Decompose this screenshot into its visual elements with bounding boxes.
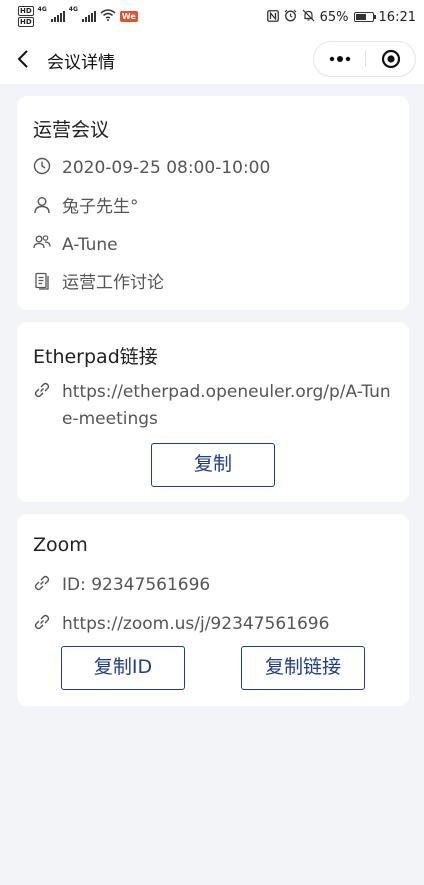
meeting-title: 运营会议 [33, 119, 110, 141]
more-button[interactable] [314, 42, 365, 76]
target-icon [381, 49, 401, 69]
battery-percent: 65% [319, 9, 349, 25]
clock-icon [33, 157, 51, 175]
network-type-2: 4G [68, 6, 78, 13]
etherpad-link-row: https://etherpad.openeuler.org/p/A-Tune-… [33, 379, 392, 433]
copy-zoom-link-button[interactable]: 复制链接 [241, 646, 365, 690]
app-badge-icon: We [119, 11, 138, 22]
clock: 16:21 [378, 9, 416, 25]
battery-icon [353, 12, 376, 22]
network-type-1: 4G [37, 6, 47, 13]
meeting-host-row: 兔子先生° [33, 194, 392, 221]
zoom-id-row: ID: 92347561696 [33, 572, 392, 599]
person-icon [33, 196, 51, 214]
status-bar: HD HD 4G 4G We 65% 16:21 [0, 0, 424, 34]
back-icon[interactable] [14, 48, 34, 70]
wifi-icon [100, 9, 116, 24]
zoom-card: Zoom ID: 92347561696 https://zoom.us/j/9… [17, 514, 409, 706]
meeting-group-row: A-Tune [33, 232, 392, 259]
copy-etherpad-button[interactable]: 复制 [151, 443, 275, 487]
meeting-group: A-Tune [62, 235, 118, 255]
nav-bar: 会议详情 [0, 34, 424, 84]
copy-zoom-id-button[interactable]: 复制ID [61, 646, 185, 690]
document-icon [33, 272, 51, 290]
signal-icon [81, 11, 96, 22]
meeting-time: 2020-09-25 08:00-10:00 [62, 158, 271, 178]
meeting-topic: 运营工作讨论 [62, 273, 164, 293]
zoom-url[interactable]: https://zoom.us/j/92347561696 [62, 611, 392, 638]
alarm-icon [284, 9, 297, 25]
etherpad-card: Etherpad链接 https://etherpad.openeuler.or… [17, 322, 409, 502]
etherpad-url[interactable]: https://etherpad.openeuler.org/p/A-Tune-… [62, 379, 392, 433]
page-title: 会议详情 [47, 53, 115, 73]
zoom-title: Zoom [33, 534, 88, 556]
mute-icon [302, 9, 315, 25]
group-icon [33, 234, 51, 252]
signal-icon [50, 11, 65, 22]
meeting-host: 兔子先生° [62, 197, 139, 217]
link-icon [33, 613, 51, 631]
link-icon [33, 574, 51, 592]
hd-icon: HD HD [18, 6, 34, 27]
status-right: 65% 16:21 [266, 9, 416, 25]
meeting-topic-row: 运营工作讨论 [33, 270, 392, 297]
close-mini-program-button[interactable] [366, 42, 416, 76]
meeting-info-card: 运营会议 2020-09-25 08:00-10:00 兔子先生° A-Tune… [17, 96, 409, 310]
nfc-icon [266, 9, 279, 25]
link-icon [33, 381, 51, 399]
more-dots-icon [329, 56, 350, 62]
meeting-time-row: 2020-09-25 08:00-10:00 [33, 155, 392, 182]
mini-program-capsule [313, 41, 416, 77]
zoom-link-row: https://zoom.us/j/92347561696 [33, 611, 392, 638]
zoom-id: ID: 92347561696 [62, 575, 211, 595]
status-left: HD HD 4G 4G We [18, 6, 138, 27]
etherpad-title: Etherpad链接 [33, 346, 158, 368]
